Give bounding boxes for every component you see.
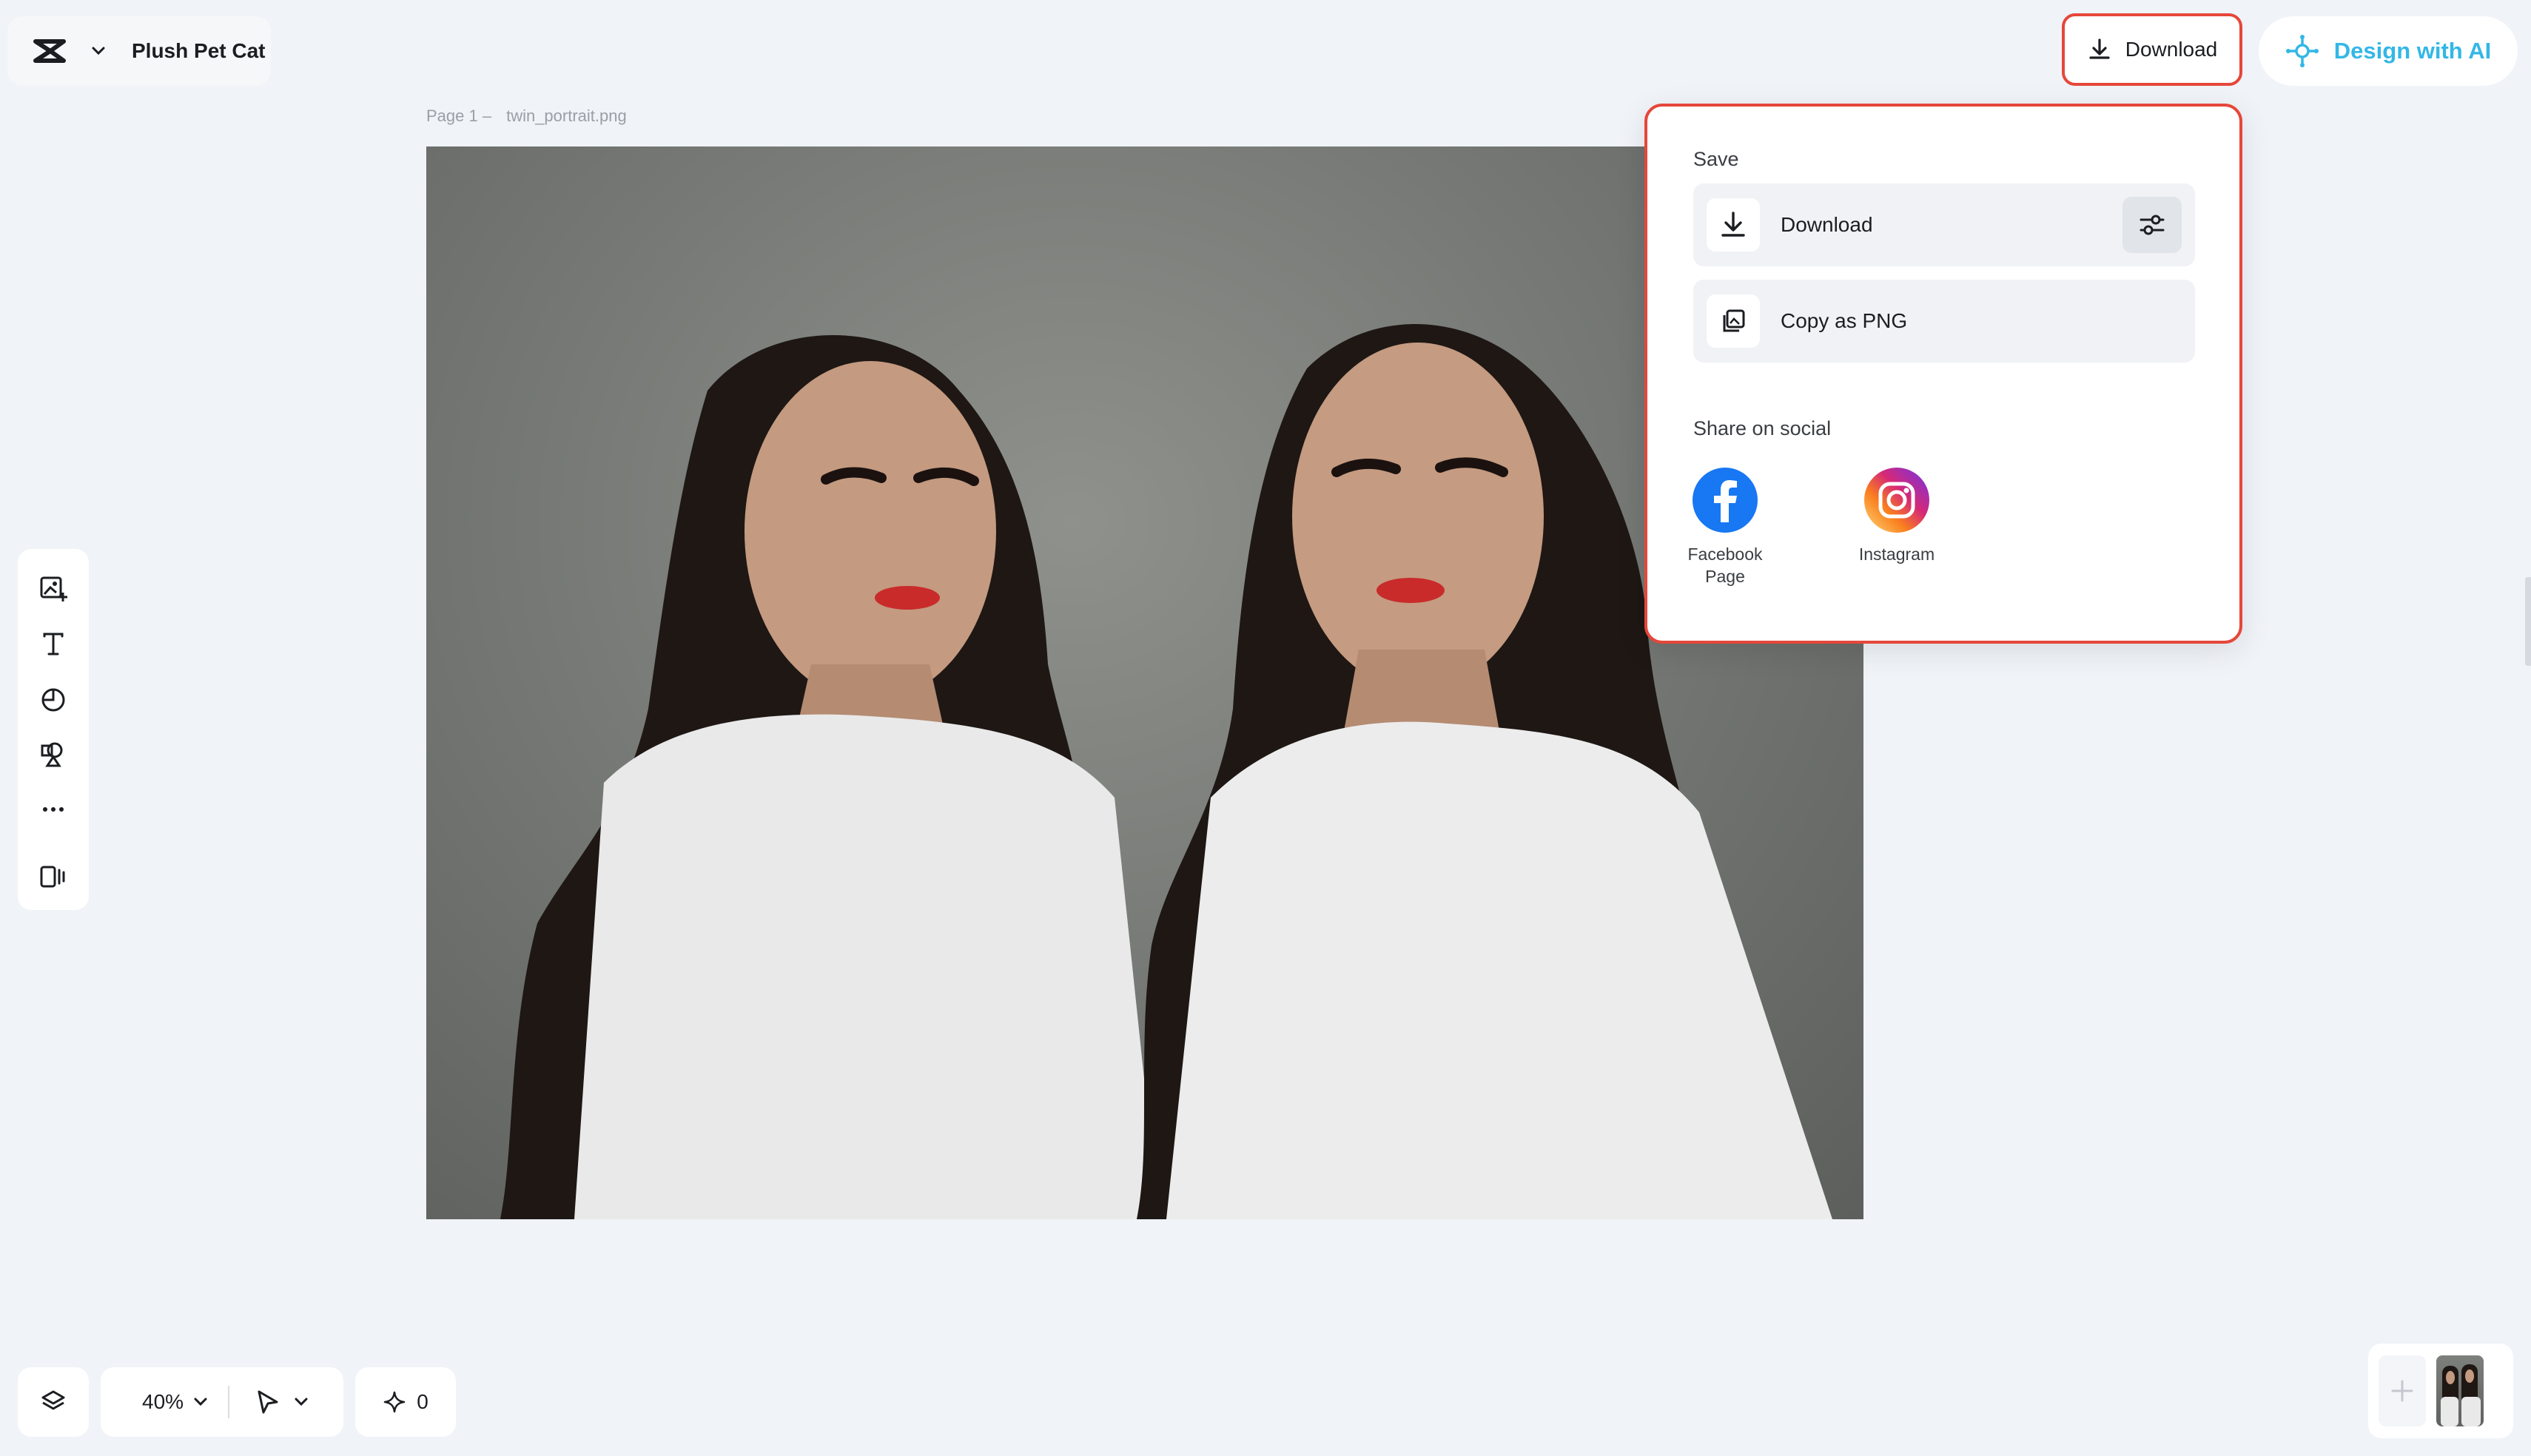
chevron-down-icon[interactable] xyxy=(191,1392,210,1412)
add-page-button[interactable] xyxy=(2379,1355,2426,1426)
copy-icon xyxy=(1718,306,1748,336)
download-dropdown: Save Download Copy as PNG Share on socia… xyxy=(1644,104,2242,644)
zoom-controls: 40% xyxy=(101,1367,343,1437)
layers-icon xyxy=(39,1388,67,1416)
copy-as-png-option[interactable]: Copy as PNG xyxy=(1693,280,2195,363)
instagram-label: Instagram xyxy=(1858,545,1935,564)
thumbnail-image xyxy=(2441,1364,2481,1426)
download-button[interactable]: Download xyxy=(2062,13,2242,86)
sliders-icon xyxy=(2138,211,2166,239)
design-with-ai-button[interactable]: Design with AI xyxy=(2259,16,2518,86)
pages-icon xyxy=(38,862,68,892)
ai-credits-count: 0 xyxy=(417,1390,428,1413)
download-icon xyxy=(2087,37,2112,62)
ai-credits-button[interactable]: 0 xyxy=(355,1367,456,1437)
project-title[interactable]: Plush Pet Cat xyxy=(132,39,265,63)
text-icon xyxy=(38,629,68,658)
side-panel-handle[interactable] xyxy=(2525,577,2531,666)
zoom-level[interactable]: 40% xyxy=(142,1390,184,1414)
download-icon xyxy=(1718,210,1748,240)
text-tool-button[interactable] xyxy=(31,622,75,666)
facebook-page-label: Facebook Page xyxy=(1687,545,1763,586)
share-facebook-page[interactable]: Facebook Page xyxy=(1662,466,1788,587)
add-image-button[interactable] xyxy=(31,567,75,610)
facebook-icon xyxy=(1691,466,1759,534)
download-button-label: Download xyxy=(2125,38,2218,61)
download-option-label: Download xyxy=(1781,213,1873,236)
shape-icon xyxy=(38,684,68,714)
share-section-label: Share on social xyxy=(1693,417,1832,439)
elements-tool-button[interactable] xyxy=(31,732,75,776)
copy-as-png-label: Copy as PNG xyxy=(1781,309,1908,332)
sparkle-icon xyxy=(383,1390,406,1414)
layers-button[interactable] xyxy=(18,1367,89,1437)
share-instagram[interactable]: Instagram xyxy=(1834,466,1960,565)
page-thumbnail[interactable] xyxy=(2436,1355,2484,1426)
instagram-icon xyxy=(1863,466,1931,534)
app-logo-icon xyxy=(28,30,71,73)
chevron-down-icon[interactable] xyxy=(292,1392,311,1412)
download-option[interactable]: Download xyxy=(1693,183,2195,266)
page-strip xyxy=(2368,1344,2513,1438)
pointer-icon[interactable] xyxy=(255,1389,281,1415)
copy-option-icon-box xyxy=(1707,294,1760,348)
left-toolbar xyxy=(18,549,89,910)
page-number: Page 1 – xyxy=(426,107,492,125)
download-settings-button[interactable] xyxy=(2122,197,2182,253)
more-tools-button[interactable] xyxy=(31,788,75,832)
more-icon xyxy=(38,795,68,824)
elements-icon xyxy=(38,739,68,769)
design-with-ai-label: Design with AI xyxy=(2333,38,2492,64)
chevron-down-icon[interactable] xyxy=(87,40,110,62)
ai-sparkle-icon xyxy=(2285,34,2319,68)
divider xyxy=(228,1386,230,1418)
save-section-label: Save xyxy=(1693,148,1739,170)
file-name[interactable]: twin_portrait.png xyxy=(506,107,627,125)
page-label: Page 1 – twin_portrait.png xyxy=(426,107,627,126)
project-menu[interactable]: Plush Pet Cat xyxy=(7,16,271,86)
download-option-icon-box xyxy=(1707,198,1760,252)
pages-tool-button[interactable] xyxy=(31,855,75,898)
add-image-icon xyxy=(38,573,68,603)
plus-icon xyxy=(2389,1378,2416,1404)
shape-tool-button[interactable] xyxy=(31,677,75,721)
